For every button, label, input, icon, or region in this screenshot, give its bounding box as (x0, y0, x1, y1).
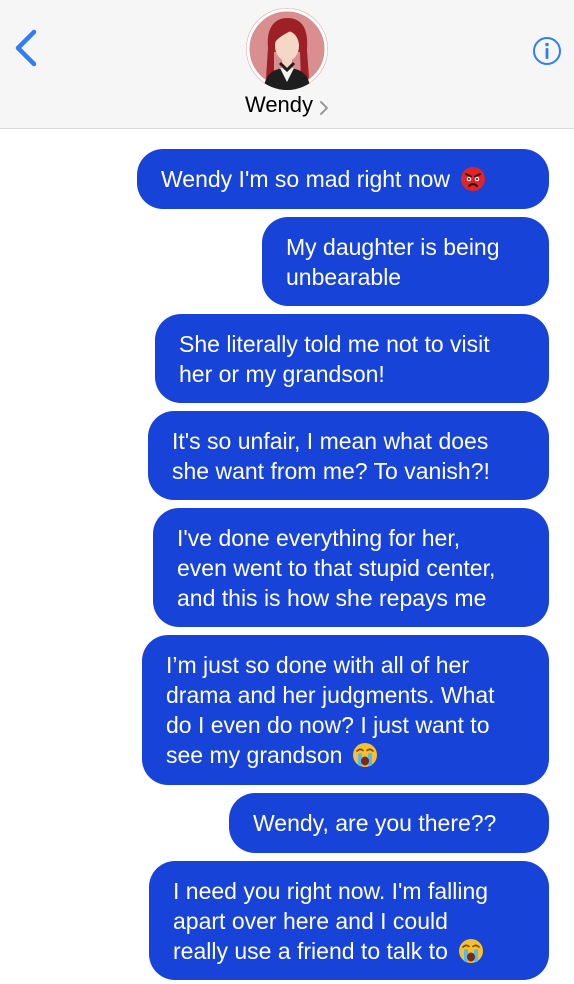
message-bubble[interactable]: She literally told me not to visit her o… (155, 314, 549, 403)
angry-face-icon (461, 166, 486, 191)
chevron-left-icon (15, 29, 37, 67)
message-line: I've done everything for her, (177, 525, 461, 551)
message-bubble[interactable]: It's so unfair, I mean what does she wan… (148, 411, 549, 500)
message-line: My daughter is being (286, 234, 500, 260)
message-line: I need you right now. I'm falling (173, 878, 489, 904)
message-text: Wendy I'm so mad right now (161, 166, 451, 192)
message-bubble[interactable]: I've done everything for her, even went … (153, 508, 549, 627)
conversation-header: Wendy (0, 0, 574, 129)
message-line: and this is how she repays me (177, 585, 487, 611)
message-bubble[interactable]: My daughter is being unbearable (262, 217, 549, 306)
message-bubble[interactable]: Wendy, are you there?? (229, 793, 549, 853)
message-line: She literally told me not to visit (179, 331, 490, 357)
message-bubble[interactable]: I’m just so done with all of her drama a… (142, 635, 549, 785)
message-line: apart over here and I could (173, 908, 448, 934)
chevron-right-icon (320, 100, 329, 115)
info-icon (533, 37, 561, 65)
message-line: do I even do now? I just want to (166, 712, 490, 738)
message-bubble[interactable]: I need you right now. I'm falling apart … (149, 861, 549, 980)
info-button[interactable] (532, 36, 562, 66)
contact-name: Wendy (244, 92, 314, 117)
message-line: drama and her judgments. What (166, 682, 495, 708)
message-line: see my grandson (166, 742, 343, 768)
message-line: she want from me? To vanish?! (172, 458, 490, 484)
crying-face-icon (353, 742, 378, 767)
message-line: her or my grandson! (179, 361, 385, 387)
crying-face-icon (458, 938, 483, 963)
message-line: I’m just so done with all of her (166, 652, 469, 678)
avatar[interactable] (246, 8, 328, 90)
message-line: It's so unfair, I mean what does (172, 428, 489, 454)
message-text: Wendy, are you there?? (253, 810, 497, 836)
message-bubble[interactable]: Wendy I'm so mad right now (137, 149, 549, 209)
message-line: unbearable (286, 264, 402, 290)
contact-name-link[interactable]: Wendy (0, 92, 574, 118)
message-line: really use a friend to talk to (173, 938, 448, 964)
back-button[interactable] (10, 26, 44, 70)
message-line: even went to that stupid center, (177, 555, 496, 581)
